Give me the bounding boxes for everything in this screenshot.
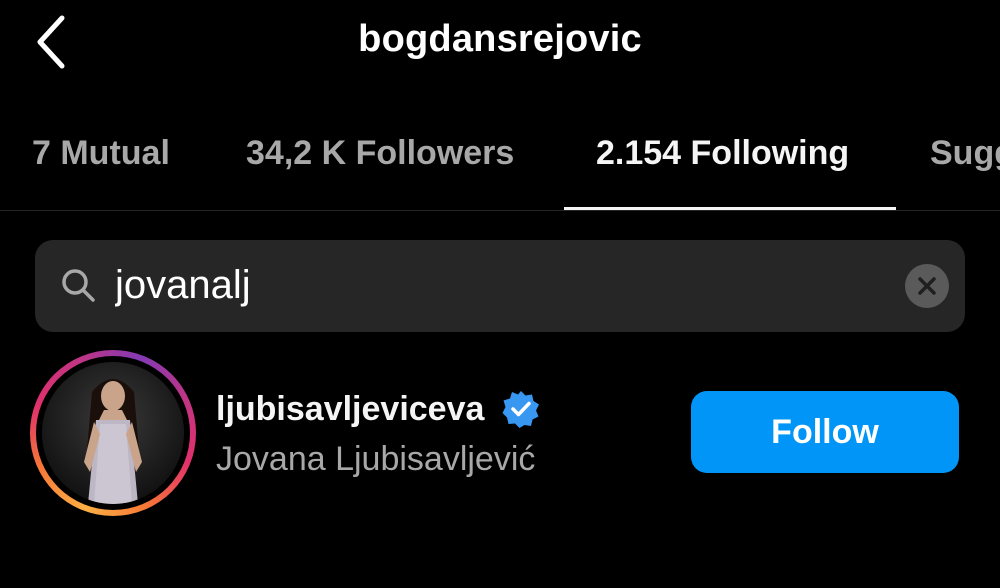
search-input[interactable] <box>115 254 895 316</box>
clear-search-button[interactable] <box>905 264 949 308</box>
tab-followers[interactable]: 34,2 K Followers <box>246 134 514 173</box>
avatar <box>42 362 184 504</box>
list-item[interactable]: ljubisavljeviceva Jovana Ljubisavljević … <box>0 350 1000 520</box>
tab-following[interactable]: 2.154 Following <box>596 134 849 173</box>
tab-bar: 7 Mutual 34,2 K Followers 2.154 Followin… <box>0 120 1000 211</box>
clear-icon <box>918 277 936 295</box>
profile-username-title: bogdansrejovic <box>358 18 642 60</box>
follow-button[interactable]: Follow <box>691 391 959 473</box>
tab-mutual[interactable]: 7 Mutual <box>32 134 170 173</box>
avatar-photo <box>42 362 184 504</box>
search-bar <box>35 240 965 332</box>
verified-badge-icon <box>502 391 539 428</box>
screen: bogdansrejovic 7 Mutual 34,2 K Followers… <box>0 0 1000 588</box>
header: bogdansrejovic <box>0 0 1000 90</box>
result-username[interactable]: ljubisavljeviceva <box>216 390 484 429</box>
result-full-name: Jovana Ljubisavljević <box>216 440 536 478</box>
search-icon <box>62 269 95 302</box>
active-tab-indicator <box>564 207 896 210</box>
story-ring[interactable] <box>30 350 196 516</box>
tab-suggested[interactable]: Sugg <box>930 134 1000 173</box>
